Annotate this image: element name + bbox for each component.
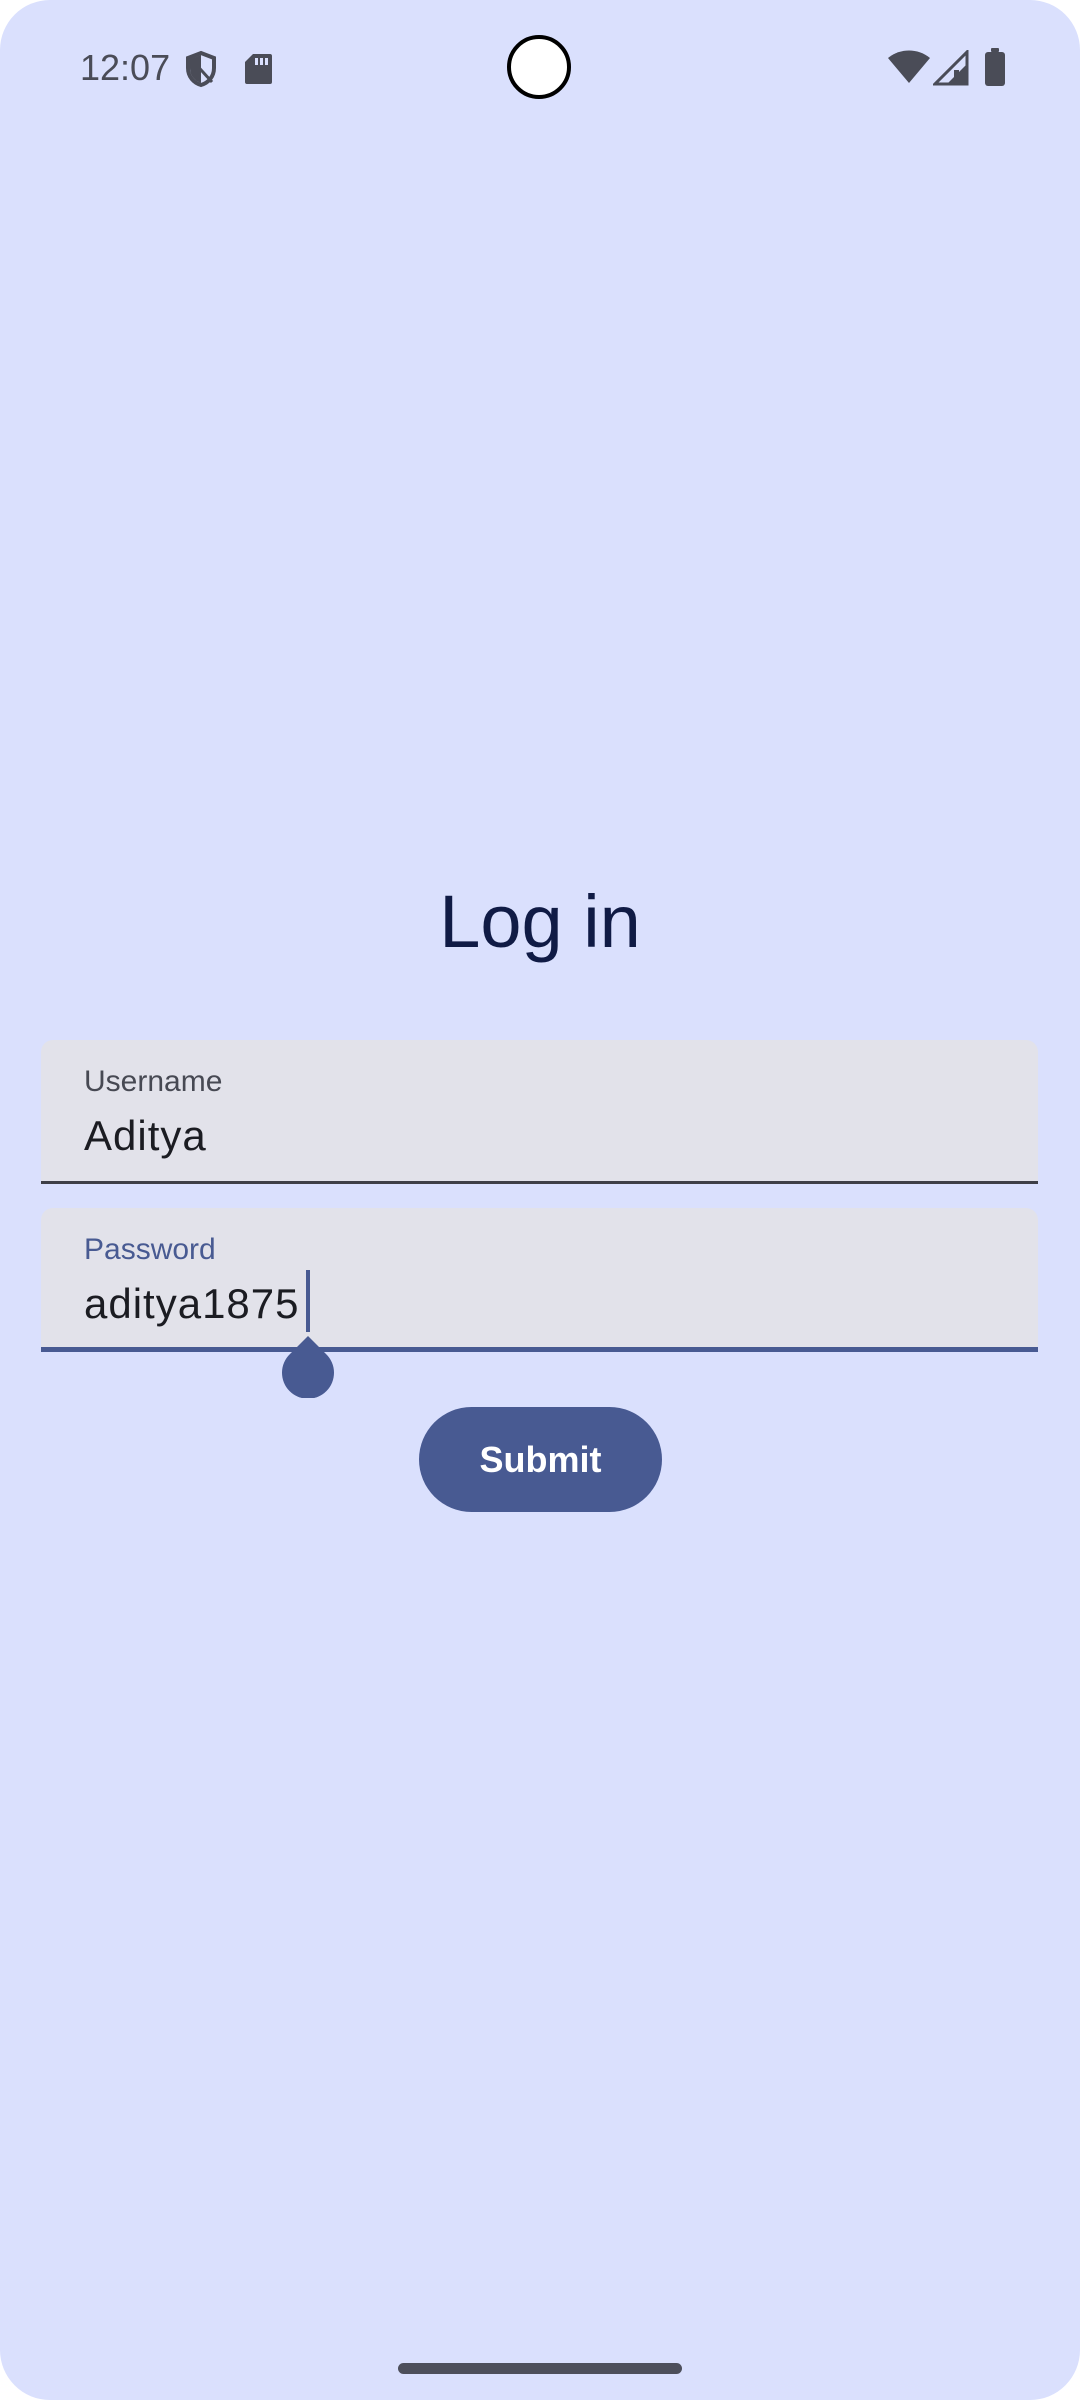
username-label: Username — [84, 1065, 223, 1098]
wifi-icon — [888, 50, 930, 83]
cell-signal-icon — [933, 50, 969, 86]
sd-card-icon — [245, 54, 272, 84]
submit-button[interactable]: Submit — [419, 1407, 662, 1512]
shield-icon — [186, 50, 216, 88]
login-screen: 12:07 Log in Username Aditya Password ad… — [0, 0, 1080, 2400]
username-field[interactable]: Username Aditya — [41, 1040, 1038, 1184]
text-cursor-handle-icon[interactable] — [280, 1334, 336, 1398]
password-value: aditya1875 — [84, 1280, 300, 1327]
username-value: Aditya — [84, 1112, 207, 1159]
text-cursor — [306, 1270, 310, 1332]
password-label: Password — [84, 1233, 216, 1266]
battery-icon — [985, 48, 1005, 86]
status-time: 12:07 — [80, 47, 171, 88]
front-camera — [507, 35, 571, 99]
page-title: Log in — [439, 880, 641, 963]
password-field[interactable]: Password aditya1875 — [41, 1208, 1038, 1352]
home-gesture-bar[interactable] — [398, 2363, 682, 2374]
